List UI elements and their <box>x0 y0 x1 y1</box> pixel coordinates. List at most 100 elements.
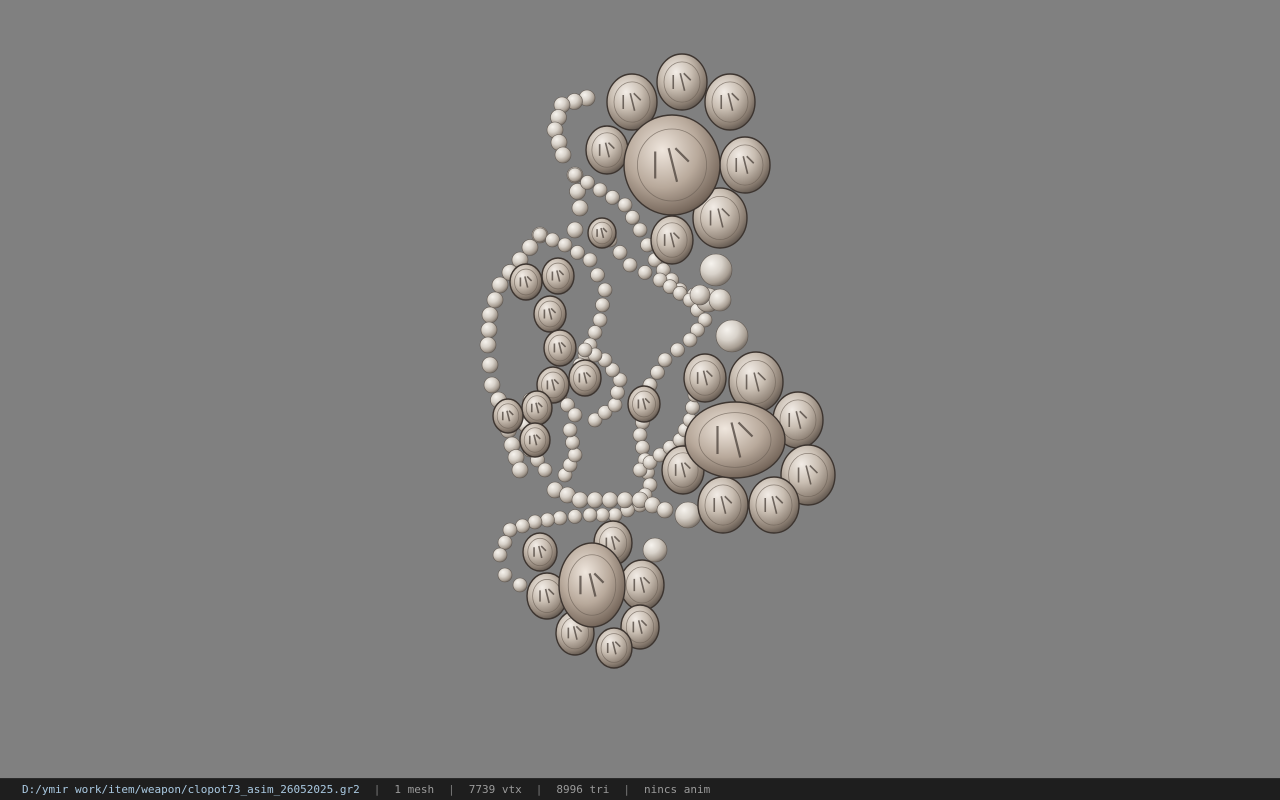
small-coin <box>519 422 551 458</box>
pearl-bead <box>685 400 700 415</box>
pearl-bead <box>532 227 548 243</box>
small-coin <box>650 215 694 265</box>
pearl-bead <box>545 232 560 248</box>
pearl-bead <box>554 146 572 164</box>
pearl-bead <box>515 518 530 534</box>
3d-viewport[interactable] <box>0 0 1280 778</box>
small-coin <box>521 390 553 426</box>
small-coin <box>704 73 756 131</box>
pearl-bead <box>657 352 673 368</box>
animation-status: nincs anim <box>643 783 711 796</box>
small-coin <box>627 385 661 423</box>
pearl-bead <box>492 547 508 563</box>
small-coin <box>568 359 602 397</box>
pearl-bead <box>612 245 628 260</box>
pearl-bead <box>497 567 513 583</box>
small-coin <box>619 559 665 611</box>
pearl-bead <box>590 267 605 283</box>
small-coin <box>522 532 558 572</box>
pearl-bead <box>567 167 583 183</box>
pearl-bead <box>537 462 553 478</box>
pearl-bead <box>607 397 623 413</box>
pearl-bead <box>617 197 633 213</box>
file-path: D:/ymir work/item/weapon/clopot73_asim_2… <box>22 783 360 796</box>
pearl-bead <box>650 365 665 380</box>
triangle-count: 8996 tri <box>556 783 610 796</box>
pearl-bead <box>483 376 501 394</box>
pearl-bead <box>565 435 580 450</box>
pearl-bead <box>571 491 589 509</box>
small-coin <box>697 476 749 534</box>
small-coin <box>492 398 524 434</box>
pearl-bead <box>670 342 685 358</box>
vertex-count: 7739 vtx <box>468 783 522 796</box>
pearl-bead <box>567 407 583 423</box>
pearl-bead <box>527 514 543 530</box>
pearl-bead <box>601 491 619 509</box>
separator: | <box>373 783 381 796</box>
separator: | <box>535 783 543 796</box>
pearl-bead <box>562 422 578 438</box>
small-coin <box>533 295 567 333</box>
small-coin <box>683 353 727 403</box>
separator: | <box>623 783 630 796</box>
pearl-bead <box>481 356 499 374</box>
pearl-bead <box>682 332 698 348</box>
small-coin <box>587 217 617 249</box>
pearl-bead <box>622 257 638 273</box>
pearl-bead <box>570 245 585 260</box>
pearl-bead <box>511 461 529 479</box>
small-coin <box>543 329 577 367</box>
pearl-bead <box>597 282 613 298</box>
pearl-bead <box>582 252 598 268</box>
pearl-bead <box>605 190 620 205</box>
pearl-bead <box>592 182 608 198</box>
pearl-bead <box>567 447 583 463</box>
small-coin <box>541 257 575 295</box>
pearl-bead <box>637 265 653 280</box>
pearl-bead <box>674 501 702 529</box>
pearl-bead <box>497 535 513 550</box>
pearl-bead <box>715 319 749 353</box>
pearl-bead <box>595 507 610 523</box>
pearl-bead <box>616 491 634 509</box>
pearl-bead <box>586 491 604 509</box>
small-coin <box>585 125 629 175</box>
pearl-bead <box>552 510 568 526</box>
pearl-bead <box>587 325 603 340</box>
pearl-bead <box>571 199 589 217</box>
pearl-bead <box>557 237 573 253</box>
pearl-bead <box>642 537 668 563</box>
pearl-bead <box>502 522 518 538</box>
pearl-bead <box>632 222 648 238</box>
pearl-bead <box>699 253 733 287</box>
large-coin <box>558 542 626 628</box>
small-coin <box>595 627 633 669</box>
separator: | <box>448 783 455 796</box>
small-coin <box>656 53 708 111</box>
jewelry-model <box>479 53 836 669</box>
pearl-bead <box>480 321 498 339</box>
small-coin <box>719 136 771 194</box>
pearl-bead <box>577 342 593 358</box>
pearl-bead <box>610 385 625 400</box>
pearl-bead <box>656 501 674 519</box>
pearl-bead <box>540 512 555 528</box>
large-coin <box>623 114 721 216</box>
mesh-count: 1 mesh <box>394 783 435 796</box>
pearl-bead <box>607 507 623 523</box>
large-coin <box>684 401 786 479</box>
pearl-bead <box>689 284 711 306</box>
pearl-bead <box>491 276 509 294</box>
status-bar: D:/ymir work/item/weapon/clopot73_asim_2… <box>0 778 1280 800</box>
pearl-bead <box>512 577 528 593</box>
pearl-bead <box>592 312 608 328</box>
small-coin <box>748 476 800 534</box>
pearl-bead <box>580 175 595 190</box>
pearl-bead <box>708 288 732 312</box>
pearl-bead <box>481 306 499 324</box>
pearl-bead <box>486 291 504 309</box>
pearl-bead <box>582 507 598 523</box>
pearl-bead <box>625 210 640 225</box>
small-coin <box>509 263 543 301</box>
